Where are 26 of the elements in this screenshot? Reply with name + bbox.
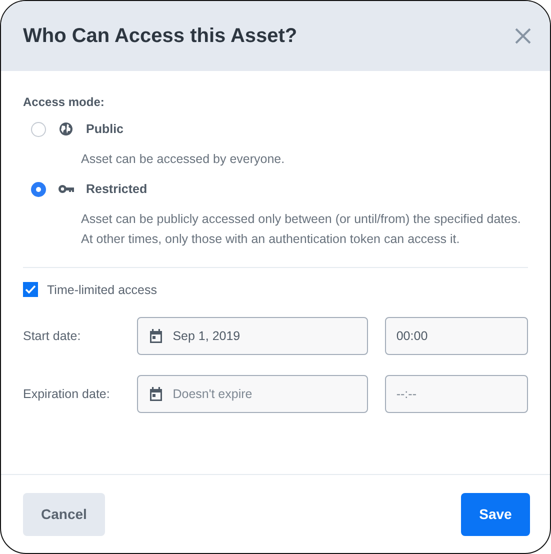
date-input[interactable]: Doesn't expire bbox=[172, 387, 358, 401]
time-field[interactable]: --:-- bbox=[385, 375, 528, 413]
globe-icon bbox=[58, 121, 74, 137]
option-label: Restricted bbox=[86, 182, 148, 196]
time-input[interactable]: 00:00 bbox=[396, 329, 517, 343]
radio-button[interactable] bbox=[31, 122, 46, 136]
option-description: Asset can be publicly accessed only between (or until/from) the specified dates. At other times, only those with an authentication token can access it. bbox=[81, 211, 522, 248]
date-field[interactable]: Sep 1, 2019 bbox=[136, 317, 368, 355]
checkbox[interactable] bbox=[23, 282, 38, 297]
radio-button[interactable] bbox=[31, 182, 46, 196]
dialog-title: Who Can Access this Asset? bbox=[23, 24, 298, 48]
cancel-button[interactable]: Cancel bbox=[23, 492, 105, 536]
date-label: Expiration date: bbox=[23, 387, 111, 401]
date-label: Start date: bbox=[23, 329, 82, 343]
date-input[interactable]: Sep 1, 2019 bbox=[172, 329, 358, 343]
calendar-icon bbox=[148, 328, 164, 344]
time-input[interactable]: --:-- bbox=[396, 387, 517, 401]
option-description: Asset can be accessed by everyone. bbox=[81, 151, 286, 168]
save-button[interactable]: Save bbox=[461, 492, 530, 536]
option-label: Public bbox=[86, 122, 124, 136]
calendar-icon bbox=[148, 386, 164, 402]
access-mode-label: Access mode: bbox=[23, 95, 106, 109]
checkbox-label: Time-limited access bbox=[47, 282, 157, 296]
time-field[interactable]: 00:00 bbox=[385, 317, 528, 355]
date-field[interactable]: Doesn't expire bbox=[136, 375, 368, 413]
close-icon[interactable] bbox=[514, 27, 532, 45]
